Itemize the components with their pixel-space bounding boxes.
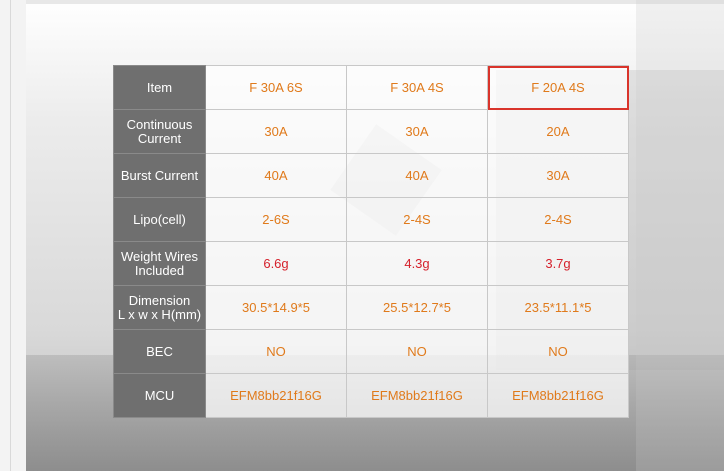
table-cell: NO (487, 329, 629, 374)
esc-spec-table: Item F 30A 6S F 30A 4S F 20A 4S Continuo… (113, 65, 629, 418)
page: Item F 30A 6S F 30A 4S F 20A 4S Continuo… (0, 0, 724, 471)
table-cell: EFM8bb21f16G (346, 373, 488, 418)
table-cell: 4.3g (346, 241, 488, 286)
table-cell: EFM8bb21f16G (205, 373, 347, 418)
background-photo-light (636, 0, 724, 471)
table-cell: NO (205, 329, 347, 374)
table-cell: 20A (487, 109, 629, 154)
table-cell: 6.6g (205, 241, 347, 286)
row-label-lipo-cell: Lipo(cell) (113, 197, 206, 242)
model-header-f30a6s: F 30A 6S (205, 65, 347, 110)
table-cell: 2-4S (487, 197, 629, 242)
model-header-f30a4s: F 30A 4S (346, 65, 488, 110)
row-label-line2: Current (137, 130, 182, 146)
left-divider (10, 0, 11, 471)
table-cell: EFM8bb21f16G (487, 373, 629, 418)
model-header-f20a4s-highlighted: F 20A 4S (487, 65, 629, 110)
table-row: BEC NO NO NO (113, 329, 629, 374)
table-cell: 2-6S (205, 197, 347, 242)
table-row: Dimension L x w x H(mm) 30.5*14.9*5 25.5… (113, 285, 629, 330)
table-header-row: Item F 30A 6S F 30A 4S F 20A 4S (113, 65, 629, 110)
table-cell: 30A (346, 109, 488, 154)
row-label-line1: Continuous (126, 116, 193, 132)
table-cell: 25.5*12.7*5 (346, 285, 488, 330)
table-cell: 30A (205, 109, 347, 154)
row-label-line1: Dimension (128, 292, 191, 308)
row-label-burst-current: Burst Current (113, 153, 206, 198)
row-label-line1: Weight Wires (120, 248, 199, 264)
row-label-line2: L x w x H(mm) (117, 306, 202, 322)
table-cell: NO (346, 329, 488, 374)
table-cell: 3.7g (487, 241, 629, 286)
row-label-continuous-current: Continuous Current (113, 109, 206, 154)
table-cell: 30.5*14.9*5 (205, 285, 347, 330)
table-cell: 40A (205, 153, 347, 198)
row-label-weight: Weight Wires Included (113, 241, 206, 286)
row-label-mcu: MCU (113, 373, 206, 418)
panel-top-strip (26, 0, 724, 4)
table-row: Weight Wires Included 6.6g 4.3g 3.7g (113, 241, 629, 286)
table-row: Burst Current 40A 40A 30A (113, 153, 629, 198)
table-row: MCU EFM8bb21f16G EFM8bb21f16G EFM8bb21f1… (113, 373, 629, 418)
row-label-line2: Included (134, 262, 185, 278)
table-cell: 2-4S (346, 197, 488, 242)
table-cell: 40A (346, 153, 488, 198)
table-cell: 30A (487, 153, 629, 198)
row-label-dimension: Dimension L x w x H(mm) (113, 285, 206, 330)
row-label-bec: BEC (113, 329, 206, 374)
item-header-cell: Item (113, 65, 206, 110)
table-cell: 23.5*11.1*5 (487, 285, 629, 330)
table-row: Continuous Current 30A 30A 20A (113, 109, 629, 154)
table-row: Lipo(cell) 2-6S 2-4S 2-4S (113, 197, 629, 242)
